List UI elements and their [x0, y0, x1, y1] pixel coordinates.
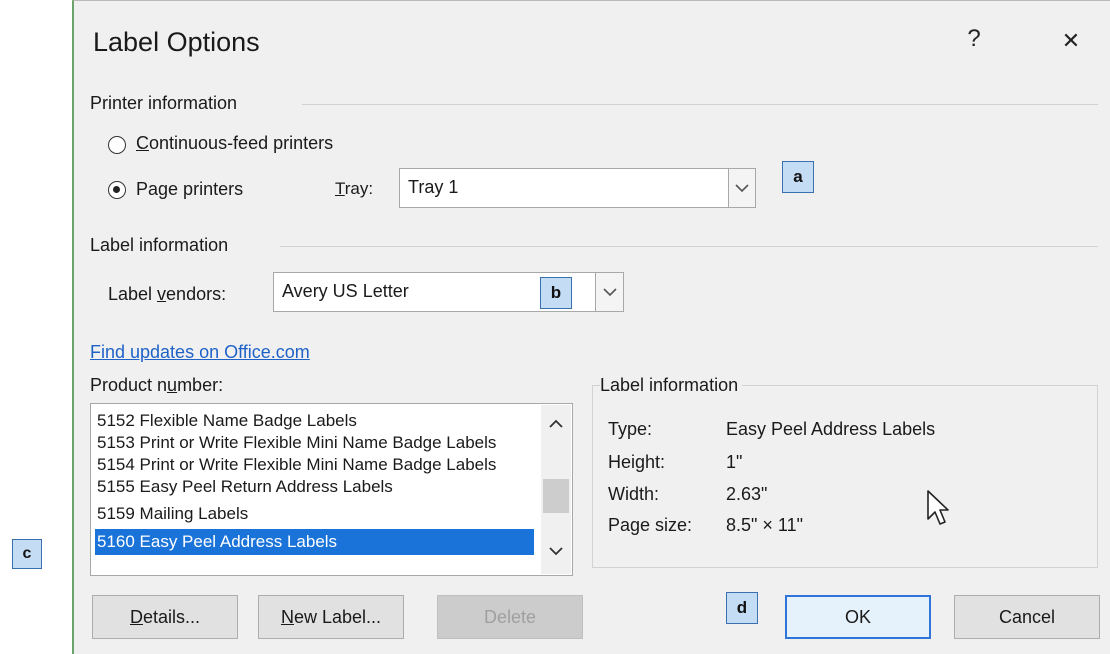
cancel-button[interactable]: Cancel	[954, 595, 1100, 639]
find-updates-link[interactable]: Find updates on Office.com	[90, 342, 310, 363]
callout-b: b	[540, 277, 572, 309]
page-size-key: Page size:	[608, 515, 693, 535]
tray-dropdown-button[interactable]	[728, 169, 755, 207]
label-details-heading: Label information	[600, 375, 743, 396]
width-value: 2.63"	[726, 484, 768, 504]
scroll-up-arrow-icon[interactable]	[549, 419, 563, 428]
label-details-panel	[592, 385, 1098, 568]
printer-info-heading: Printer information	[90, 93, 238, 113]
chevron-down-icon	[735, 183, 749, 192]
continuous-feed-radio[interactable]	[108, 136, 126, 154]
scrollbar-thumb[interactable]	[543, 479, 569, 513]
callout-d: d	[726, 592, 758, 624]
product-number-label: Product number:	[90, 375, 224, 395]
tray-value: Tray 1	[408, 177, 459, 197]
page-size-value: 8.5" × 11"	[726, 515, 804, 535]
callout-a: a	[782, 161, 814, 193]
tray-label: Tray:	[335, 179, 374, 198]
type-value: Easy Peel Address Labels	[726, 419, 936, 439]
type-key: Type:	[608, 419, 653, 439]
page-printers-label[interactable]: Page printers	[136, 179, 243, 200]
vendors-dropdown-button[interactable]	[595, 273, 623, 311]
height-key: Height:	[608, 452, 666, 472]
label-info-divider	[280, 246, 1098, 247]
new-label-button[interactable]: New Label...	[258, 595, 404, 639]
product-list-scrollbar[interactable]	[541, 405, 571, 574]
page-printers-radio[interactable]	[108, 181, 126, 199]
label-info-heading: Label information	[90, 235, 229, 255]
radio-selected-dot	[113, 186, 120, 193]
dialog-title: Label Options	[93, 27, 260, 57]
label-options-dialog: Label Options ? ✕ Printer information Co…	[72, 0, 1110, 654]
mouse-pointer-icon	[927, 490, 949, 525]
ok-button[interactable]: OK	[785, 595, 931, 639]
continuous-feed-label[interactable]: Continuous-feed printers	[136, 133, 333, 154]
tray-select[interactable]: Tray 1	[399, 168, 756, 208]
chevron-down-icon	[602, 287, 617, 296]
list-item[interactable]: 5159 Mailing Labels	[97, 501, 538, 527]
callout-c: c	[12, 539, 42, 569]
scroll-down-arrow-icon[interactable]	[549, 547, 563, 556]
product-number-list[interactable]: 5152 Flexible Name Badge Labels 5153 Pri…	[90, 403, 573, 576]
label-vendors-value: Avery US Letter	[282, 281, 409, 301]
label-vendors-label: Label vendors:	[108, 284, 227, 304]
close-button[interactable]: ✕	[1056, 28, 1086, 54]
height-value: 1"	[726, 452, 743, 472]
details-button[interactable]: Details...	[92, 595, 238, 639]
list-item[interactable]: 5155 Easy Peel Return Address Labels	[97, 474, 538, 500]
help-button[interactable]: ?	[959, 25, 989, 53]
width-key: Width:	[608, 484, 660, 504]
delete-button[interactable]: Delete	[437, 595, 583, 639]
list-item-selected[interactable]: 5160 Easy Peel Address Labels	[95, 529, 534, 555]
printer-info-divider	[302, 104, 1098, 105]
